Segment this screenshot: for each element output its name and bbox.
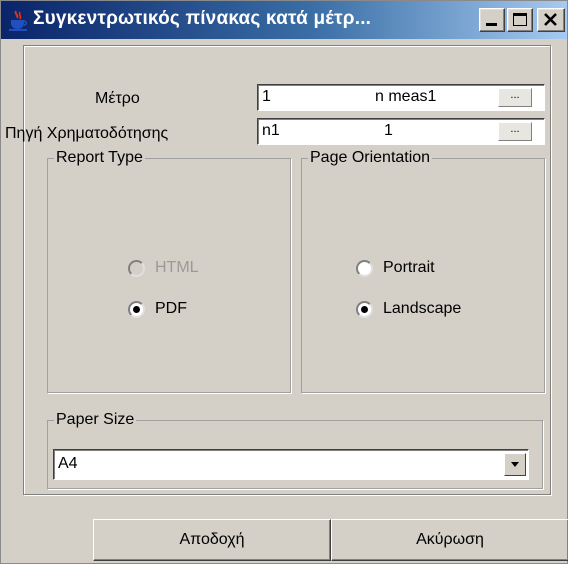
radio-pdf-circle [128, 301, 145, 318]
metro-label: Μέτρο [95, 90, 140, 107]
paper-size-select[interactable]: A4 [53, 449, 529, 480]
maximize-button[interactable] [507, 8, 533, 32]
source-name: 1 [384, 122, 393, 139]
minimize-button[interactable] [479, 8, 505, 32]
page-orientation-legend: Page Orientation [310, 149, 431, 166]
window-title: Συγκεντρωτικός πίνακας κατά μέτρ... [33, 8, 372, 29]
maximize-icon [513, 13, 527, 26]
metro-code: 1 [262, 88, 271, 105]
metro-lookup-button[interactable]: ... [498, 88, 532, 107]
report-type-legend: Report Type [56, 149, 143, 166]
source-field[interactable]: n1 1 ... [257, 118, 545, 145]
minimize-icon [486, 23, 497, 26]
radio-landscape-label: Landscape [383, 300, 462, 317]
metro-field[interactable]: 1 n meas1 ... [257, 84, 545, 111]
radio-html-label: HTML [155, 259, 199, 276]
title-bar[interactable]: Συγκεντρωτικός πίνακας κατά μέτρ... [1, 1, 567, 39]
dialog-window: Συγκεντρωτικός πίνακας κατά μέτρ... Μέτρ… [0, 0, 568, 564]
paper-size-legend: Paper Size [56, 411, 135, 428]
source-label: Πηγή Χρηματοδότησης [5, 125, 169, 142]
radio-portrait-circle [356, 260, 373, 277]
source-lookup-button[interactable]: ... [498, 122, 532, 141]
accept-button[interactable]: Αποδοχή [93, 519, 331, 561]
radio-landscape-circle [356, 301, 373, 318]
paper-size-value: A4 [58, 455, 78, 472]
cancel-button[interactable]: Ακύρωση [331, 519, 568, 561]
java-coffee-icon [9, 10, 27, 31]
radio-pdf-label: PDF [155, 300, 187, 317]
radio-html-circle [128, 260, 145, 277]
dropdown-button[interactable] [504, 453, 526, 476]
close-icon [544, 13, 557, 26]
metro-name: n meas1 [375, 88, 437, 105]
chevron-down-icon [511, 462, 519, 467]
radio-portrait-label: Portrait [383, 259, 435, 276]
source-code: n1 [262, 122, 280, 139]
close-button[interactable] [537, 8, 565, 32]
